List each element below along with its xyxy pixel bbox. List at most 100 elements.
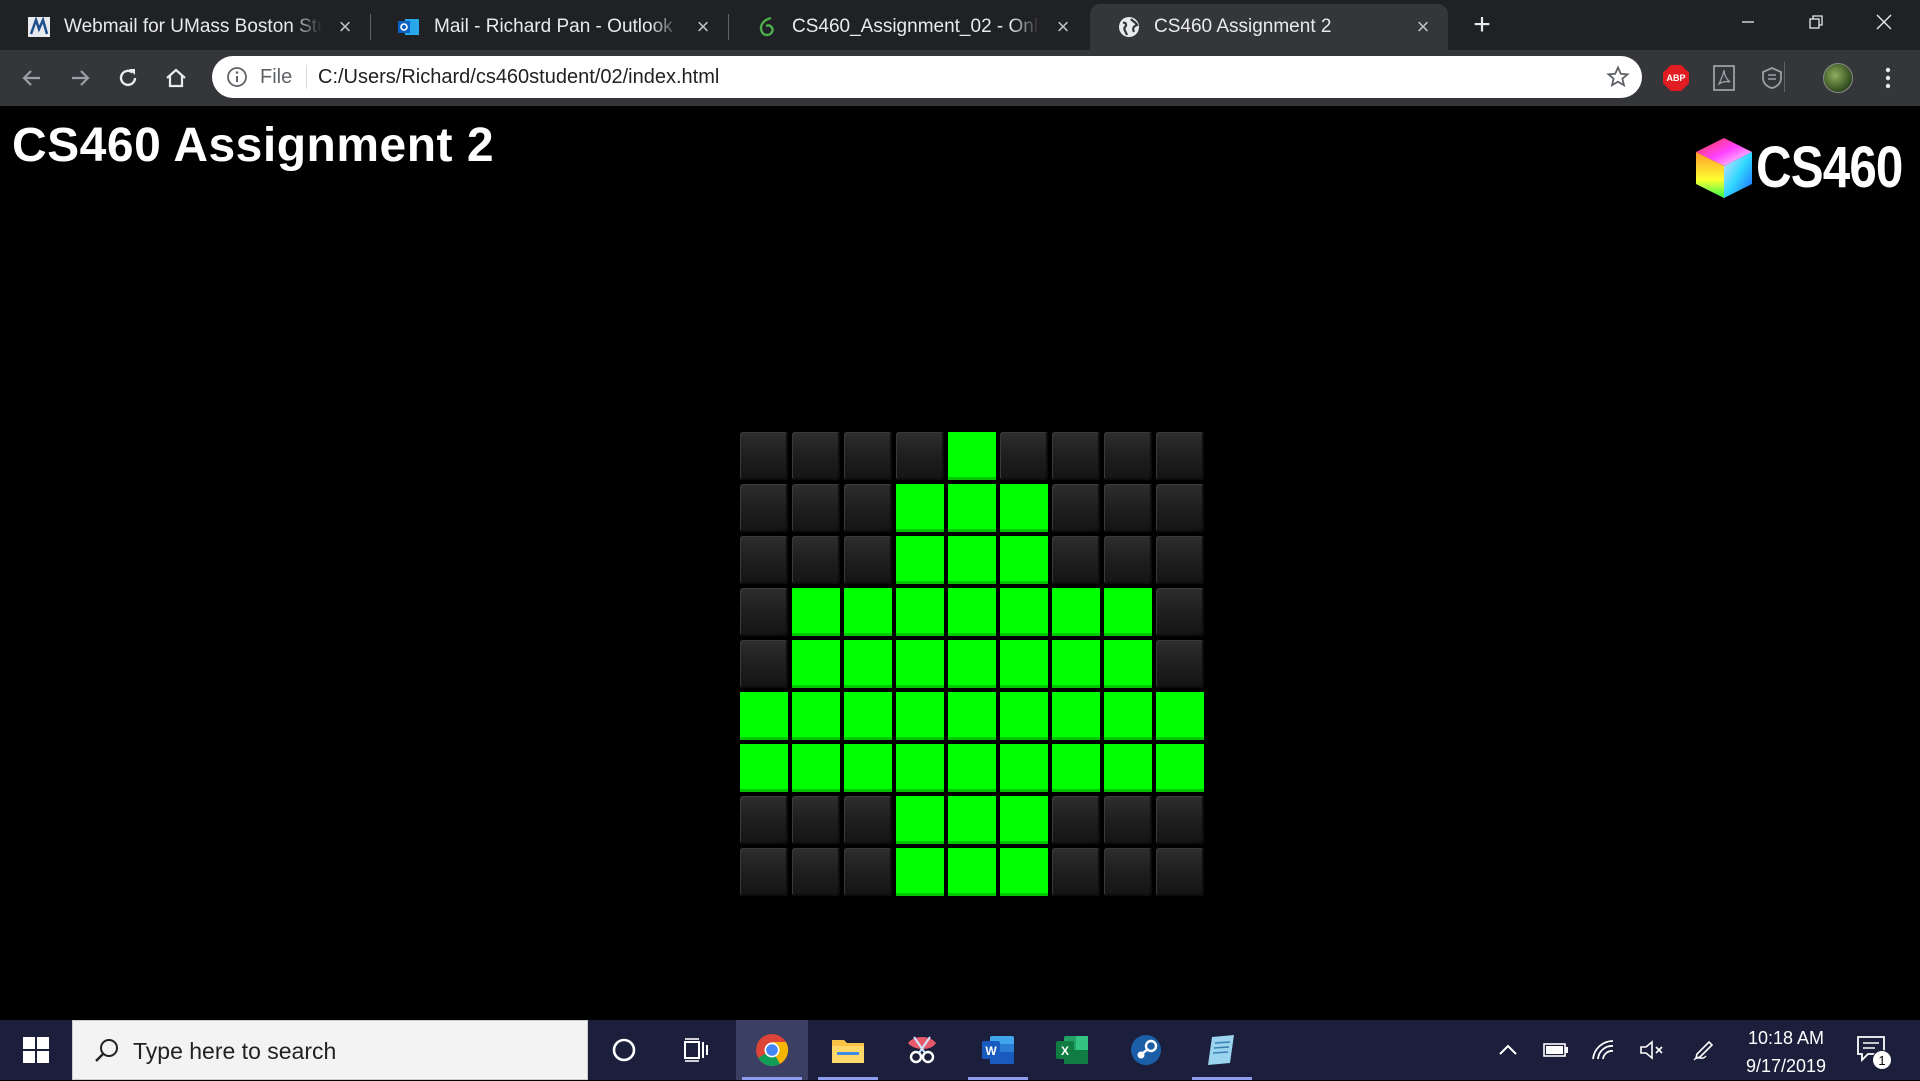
- close-icon[interactable]: ×: [1412, 16, 1434, 38]
- excel-icon[interactable]: X: [1036, 1020, 1108, 1080]
- adblock-plus-icon[interactable]: ABP: [1662, 64, 1690, 92]
- scheme-chip[interactable]: File: [260, 56, 292, 98]
- grid-cell-on: [948, 432, 996, 480]
- volume-muted-icon[interactable]: [1632, 1020, 1672, 1080]
- grid-cell-off: [1156, 640, 1204, 688]
- tab-strip: Webmail for UMass Boston Students × Mail…: [0, 0, 1920, 50]
- close-window-button[interactable]: [1850, 0, 1918, 44]
- browser-toolbar: File C:/Users/Richard/cs460student/02/in…: [0, 50, 1920, 106]
- grid-cell-off: [792, 796, 840, 844]
- grid-cell-on: [1104, 692, 1152, 740]
- battery-icon[interactable]: [1536, 1020, 1576, 1080]
- grid-cell-off: [1052, 536, 1100, 584]
- grid-cell-on: [1000, 744, 1048, 792]
- snip-sketch-icon[interactable]: [886, 1020, 958, 1080]
- logo-text: CS460: [1756, 135, 1903, 200]
- forward-button[interactable]: [62, 60, 98, 96]
- grid-cell-off: [740, 640, 788, 688]
- grid-cell-on: [792, 692, 840, 740]
- action-center-button[interactable]: 1: [1856, 1034, 1892, 1070]
- task-view-icon[interactable]: [660, 1020, 732, 1080]
- grid-cell-off: [1052, 796, 1100, 844]
- taskbar-clock[interactable]: 10:18 AM 9/17/2019: [1726, 1020, 1846, 1080]
- grid-cell-on: [896, 796, 944, 844]
- grid-cell-on: [792, 640, 840, 688]
- grid-cell-off: [844, 484, 892, 532]
- tab-outlook[interactable]: Mail - Richard Pan - Outlook ×: [370, 4, 728, 50]
- wifi-icon[interactable]: [1584, 1020, 1624, 1080]
- search-placeholder: Type here to search: [133, 1038, 337, 1064]
- grid-cell-off: [1000, 432, 1048, 480]
- grid-cell-off: [740, 432, 788, 480]
- tab-cs460-assignment[interactable]: CS460 Assignment 2 ×: [1090, 4, 1448, 50]
- profile-avatar[interactable]: [1822, 62, 1854, 94]
- tab-overleaf[interactable]: CS460_Assignment_02 - Online LaTeX Edito…: [728, 4, 1088, 50]
- restore-button[interactable]: [1782, 0, 1850, 44]
- grid-cell-on: [1052, 692, 1100, 740]
- reload-button[interactable]: [110, 60, 146, 96]
- minimize-button[interactable]: [1714, 0, 1782, 44]
- home-button[interactable]: [158, 60, 194, 96]
- grid-cell-off: [740, 796, 788, 844]
- show-hidden-icons-chevron-icon[interactable]: [1490, 1020, 1526, 1080]
- grid-cell-off: [1052, 848, 1100, 896]
- shield-extension-icon[interactable]: [1758, 64, 1786, 92]
- divider: [306, 65, 307, 89]
- grid-cell-on: [896, 484, 944, 532]
- taskbar-search-box[interactable]: Type here to search: [72, 1020, 588, 1080]
- word-icon[interactable]: W: [962, 1020, 1034, 1080]
- cube-logo-icon: [1696, 137, 1752, 198]
- grid-cell-on: [948, 484, 996, 532]
- bookmark-star-icon[interactable]: [1606, 65, 1630, 89]
- tab-webmail[interactable]: Webmail for UMass Boston Students ×: [0, 4, 370, 50]
- start-button[interactable]: [0, 1020, 72, 1080]
- grid-cell-on: [1000, 536, 1048, 584]
- grid-cell-off: [1104, 848, 1152, 896]
- grid-cell-on: [1156, 744, 1204, 792]
- grid-cell-off: [844, 848, 892, 896]
- address-bar[interactable]: File C:/Users/Richard/cs460student/02/in…: [212, 56, 1642, 98]
- grid-cell-on: [1104, 744, 1152, 792]
- close-icon[interactable]: ×: [692, 16, 714, 38]
- grid-cell-off: [1156, 484, 1204, 532]
- menu-kebab-icon[interactable]: [1874, 64, 1902, 92]
- grid-cell-on: [1052, 588, 1100, 636]
- avatar: [1823, 63, 1853, 93]
- grid-cell-off: [740, 536, 788, 584]
- grid-cell-on: [896, 640, 944, 688]
- pdf-extension-icon[interactable]: [1710, 64, 1738, 92]
- notepad-icon[interactable]: [1186, 1020, 1258, 1080]
- steam-icon[interactable]: [1110, 1020, 1182, 1080]
- chrome-icon[interactable]: [736, 1020, 808, 1080]
- grid-cell-on: [740, 744, 788, 792]
- grid-cell-off: [1156, 848, 1204, 896]
- pen-workspace-icon[interactable]: [1684, 1020, 1724, 1080]
- windows-taskbar: Type here to search W X 10:18 AM 9/17/20…: [0, 1020, 1920, 1080]
- globe-icon: [1118, 16, 1140, 38]
- grid-cell-off: [896, 432, 944, 480]
- notification-count-badge: 1: [1872, 1050, 1892, 1070]
- info-icon[interactable]: [226, 66, 248, 88]
- grid-cell-on: [1000, 796, 1048, 844]
- grid-cell-off: [1156, 536, 1204, 584]
- grid-cell-on: [844, 744, 892, 792]
- grid-cell-on: [948, 796, 996, 844]
- tab-title: Webmail for UMass Boston Students: [64, 16, 322, 37]
- cortana-icon[interactable]: [588, 1020, 660, 1080]
- file-explorer-icon[interactable]: [812, 1020, 884, 1080]
- url-text[interactable]: C:/Users/Richard/cs460student/02/index.h…: [318, 56, 719, 98]
- grid-cell-off: [740, 848, 788, 896]
- close-icon[interactable]: ×: [1052, 16, 1074, 38]
- new-tab-button[interactable]: +: [1466, 10, 1498, 42]
- grid-cell-off: [1104, 536, 1152, 584]
- back-button[interactable]: [14, 60, 50, 96]
- grid-cell-on: [1052, 744, 1100, 792]
- grid-cell-off: [1156, 796, 1204, 844]
- grid-cell-off: [792, 484, 840, 532]
- grid-cell-on: [896, 588, 944, 636]
- grid-cell-on: [896, 536, 944, 584]
- close-icon[interactable]: ×: [334, 16, 356, 38]
- grid-cell-off: [792, 432, 840, 480]
- grid-cell-off: [792, 536, 840, 584]
- clock-time: 10:18 AM: [1747, 1028, 1825, 1048]
